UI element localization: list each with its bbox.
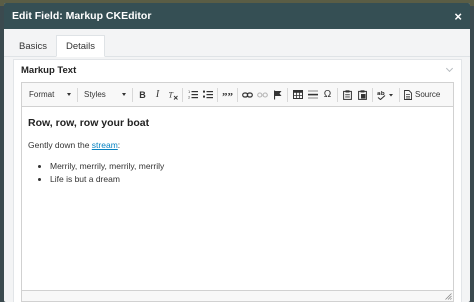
- toolbar-separator: [372, 87, 373, 102]
- close-icon[interactable]: ×: [454, 10, 462, 23]
- italic-button[interactable]: I: [150, 87, 165, 103]
- editor-toolbar: Format Styles B I T 12 ”” Ω ab Source: [22, 83, 453, 107]
- chevron-down-icon[interactable]: [445, 64, 454, 73]
- flag-icon: [274, 90, 282, 99]
- caret-down-icon: [122, 93, 126, 96]
- content-heading: Row, row, row your boat: [28, 117, 150, 129]
- numbered-list-button[interactable]: 12: [185, 87, 200, 103]
- toolbar-separator: [77, 87, 78, 102]
- editor-statusbar: [22, 290, 453, 301]
- blockquote-button[interactable]: ””: [220, 87, 235, 103]
- toolbar-separator: [337, 87, 338, 102]
- bulleted-list-icon: [202, 90, 213, 99]
- remove-format-icon: T: [168, 90, 178, 100]
- format-dropdown[interactable]: Format: [25, 87, 75, 103]
- tab-details[interactable]: Details: [55, 35, 106, 57]
- toolbar-separator: [217, 87, 218, 102]
- ckeditor: Format Styles B I T 12 ”” Ω ab Source Ro…: [21, 82, 454, 302]
- svg-text:T: T: [168, 90, 173, 99]
- format-dropdown-label: Format: [29, 90, 55, 99]
- source-button[interactable]: Source: [402, 87, 442, 103]
- list-item: Merrily, merrily, merrily, merrily: [50, 160, 447, 173]
- list-item: Life is but a dream: [50, 173, 447, 186]
- table-button[interactable]: [290, 87, 305, 103]
- anchor-button[interactable]: [270, 87, 285, 103]
- editor-content-area[interactable]: Row, row, row your boat Gently down the …: [22, 107, 453, 196]
- dialog-title: Edit Field: Markup CKEditor: [12, 10, 152, 22]
- panel-header[interactable]: Markup Text: [14, 60, 461, 80]
- svg-text:1: 1: [188, 90, 190, 94]
- unlink-button[interactable]: [255, 87, 270, 103]
- svg-text:2: 2: [188, 96, 190, 100]
- source-button-label: Source: [415, 90, 441, 99]
- spellcheck-button[interactable]: ab: [375, 87, 397, 103]
- paragraph-text: Gently down the: [28, 140, 92, 150]
- styles-dropdown[interactable]: Styles: [80, 87, 130, 103]
- resize-handle-icon[interactable]: [445, 293, 452, 300]
- bold-button[interactable]: B: [135, 87, 150, 103]
- remove-format-button[interactable]: T: [165, 87, 180, 103]
- field-label: Markup Text: [21, 64, 77, 76]
- link-button[interactable]: [240, 87, 255, 103]
- horizontal-line-icon: [307, 90, 318, 99]
- paragraph-end: :: [117, 140, 121, 150]
- tab-bar: Basics Details: [4, 29, 470, 57]
- unlink-icon: [257, 91, 268, 98]
- horizontal-line-button[interactable]: [305, 87, 320, 103]
- paste-word-button[interactable]: [355, 87, 370, 103]
- caret-down-icon: [67, 93, 71, 96]
- numbered-list-icon: 12: [188, 90, 198, 99]
- special-character-button[interactable]: Ω: [320, 87, 335, 103]
- toolbar-separator: [287, 87, 288, 102]
- clipboard-icon: [343, 89, 352, 100]
- toolbar-separator: [132, 87, 133, 102]
- link-icon: [242, 91, 253, 98]
- paste-text-button[interactable]: [340, 87, 355, 103]
- markup-text-panel: Markup Text Format Styles B I T 1 2 ”” Ω…: [13, 59, 462, 302]
- bulleted-list-button[interactable]: [200, 87, 215, 103]
- tab-basics[interactable]: Basics: [10, 35, 56, 57]
- styles-dropdown-label: Styles: [84, 90, 106, 99]
- toolbar-separator: [399, 87, 400, 102]
- toolbar-separator: [237, 87, 238, 102]
- table-icon: [292, 90, 303, 99]
- dialog-titlebar: Edit Field: Markup CKEditor ×: [4, 3, 470, 29]
- stream-link[interactable]: stream: [92, 140, 118, 150]
- content-paragraph: Gently down the stream:: [28, 140, 447, 150]
- edit-field-dialog: Edit Field: Markup CKEditor × Basics Det…: [4, 3, 470, 302]
- paste-word-icon: [358, 89, 367, 100]
- content-list: Merrily, merrily, merrily, merrily Life …: [28, 160, 447, 186]
- document-icon: [404, 89, 412, 100]
- toolbar-separator: [182, 87, 183, 102]
- spellcheck-icon: ab: [377, 91, 393, 100]
